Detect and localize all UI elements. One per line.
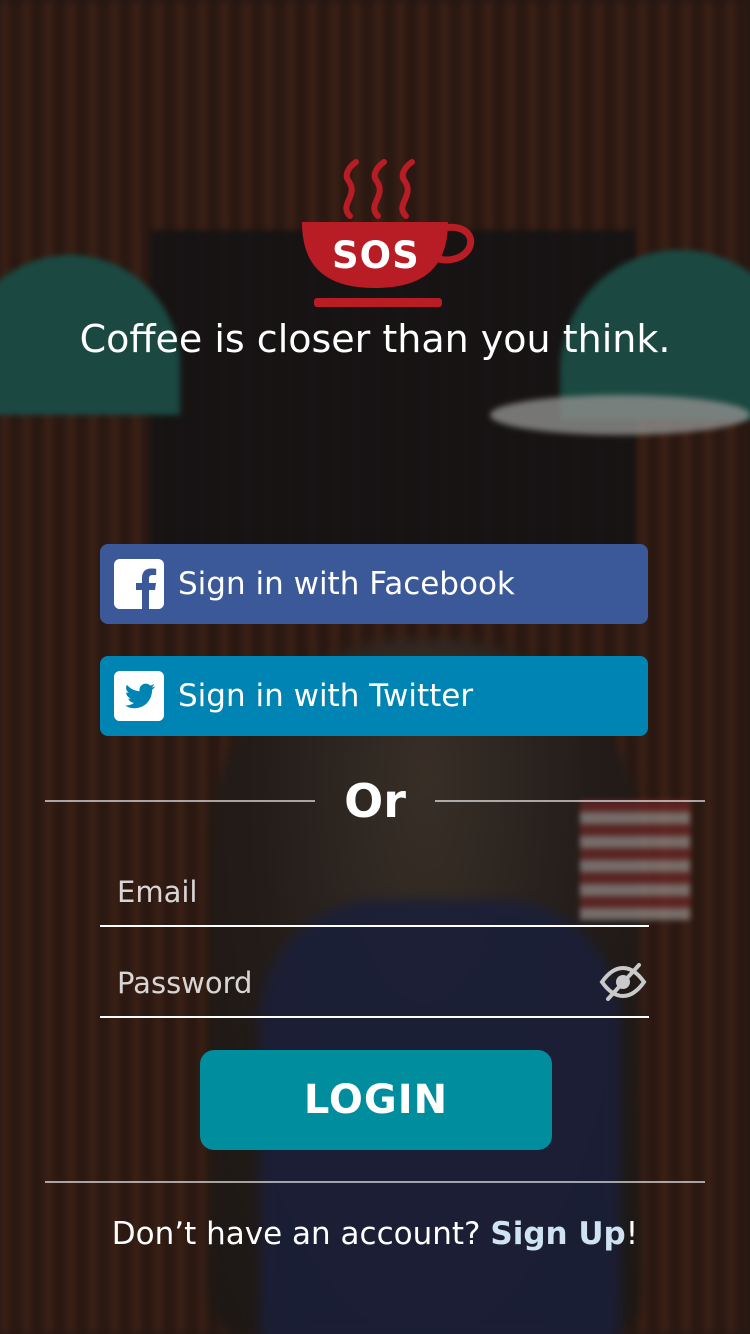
- tagline: Coffee is closer than you think.: [79, 317, 671, 361]
- or-divider: Or: [45, 770, 705, 832]
- logo-text: SOS: [332, 234, 420, 277]
- facebook-icon: [114, 559, 164, 609]
- signup-suffix: !: [625, 1216, 639, 1252]
- password-field: [100, 948, 649, 1018]
- divider-line-right: [435, 800, 705, 802]
- password-input[interactable]: [115, 954, 589, 1012]
- twitter-signin-label: Sign in with Twitter: [178, 678, 474, 714]
- twitter-icon: [114, 671, 164, 721]
- facebook-signin-button[interactable]: Sign in with Facebook: [100, 544, 648, 624]
- footer-divider: [45, 1181, 705, 1183]
- signup-link[interactable]: Sign Up: [490, 1216, 625, 1252]
- eye-slash-icon[interactable]: [599, 960, 647, 1004]
- login-button[interactable]: LOGIN: [200, 1050, 552, 1150]
- signup-prompt: Don’t have an account? Sign Up!: [0, 1216, 750, 1252]
- email-field: [100, 857, 649, 927]
- email-input[interactable]: [115, 863, 589, 921]
- login-screen: SOS Coffee is closer than you think. Sig…: [0, 0, 750, 1334]
- signup-prompt-text: Don’t have an account?: [111, 1216, 491, 1252]
- facebook-signin-label: Sign in with Facebook: [178, 566, 515, 602]
- twitter-signin-button[interactable]: Sign in with Twitter: [100, 656, 648, 736]
